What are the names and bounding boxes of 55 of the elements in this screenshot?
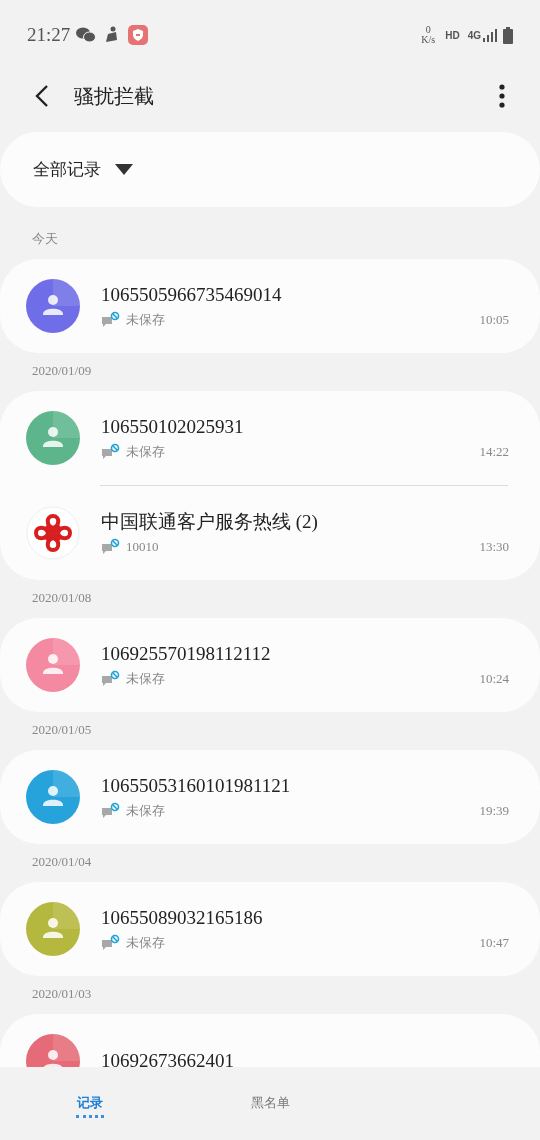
record-row[interactable]: 10655089032165186 未保存 10:47 (0, 882, 540, 976)
caller-name: 1065505966735469014 (101, 283, 283, 308)
caller-name: 10655053160101981121 (101, 774, 292, 799)
speed-value: 0 (425, 25, 431, 35)
clock: 21:27 (27, 22, 71, 47)
caller-detail: 未保存 (126, 934, 165, 953)
bottom-tab[interactable]: 记录 (0, 1093, 180, 1118)
caller-detail: 未保存 (126, 802, 165, 821)
date-header: 2020/01/05 (31, 721, 93, 739)
filter-dropdown[interactable]: 全部记录 (0, 132, 540, 207)
caller-name: 106550102025931 (101, 415, 245, 440)
blocked-message-icon (101, 670, 121, 688)
caller-detail: 未保存 (126, 311, 165, 330)
date-header: 2020/01/09 (31, 362, 93, 380)
record-row[interactable]: 10692673662401 (0, 1014, 540, 1067)
record-time: 10:47 (479, 934, 509, 953)
network-type: 4G (467, 28, 481, 43)
date-header: 2020/01/04 (31, 853, 93, 871)
blocked-message-icon (101, 311, 121, 329)
dropdown-caret-icon (115, 164, 133, 175)
record-time: 13:30 (479, 538, 509, 557)
more-icon (499, 84, 505, 108)
record-time: 10:05 (479, 311, 509, 330)
blocked-message-icon (101, 443, 121, 461)
bottom-tab[interactable]: 黑名单 (180, 1093, 360, 1118)
shield-app-icon (128, 25, 149, 45)
caller-name: 10655089032165186 (101, 906, 264, 931)
date-header: 2020/01/03 (31, 985, 93, 1003)
caller-name: 10692673662401 (101, 1049, 235, 1067)
record-row[interactable]: 106925570198112112 未保存 10:24 (0, 618, 540, 712)
record-row[interactable]: 10655053160101981121 未保存 19:39 (0, 750, 540, 844)
blocked-message-icon (101, 934, 121, 952)
battery-icon (503, 26, 513, 44)
page-title: 骚扰拦截 (74, 84, 154, 109)
speed-unit: K/s (421, 35, 436, 45)
record-row[interactable]: 1065505966735469014 未保存 10:05 (0, 259, 540, 353)
record-time: 14:22 (479, 443, 509, 462)
date-header: 今天 (31, 230, 59, 248)
record-time: 10:24 (479, 670, 509, 689)
caller-name: 中国联通客户服务热线 (2) (101, 510, 319, 535)
signal-icon (483, 28, 497, 42)
record-row[interactable]: 106550102025931 未保存 14:22 (0, 391, 540, 485)
record-row[interactable]: 中国联通客户服务热线 (2) 10010 13:30 (0, 486, 540, 580)
date-header: 2020/01/08 (31, 589, 93, 607)
record-time: 19:39 (479, 802, 509, 821)
blocked-message-icon (101, 802, 121, 820)
blocked-message-icon (101, 538, 121, 556)
back-icon (35, 84, 49, 108)
chat-bubbles-icon (76, 27, 97, 43)
caller-detail: 未保存 (126, 670, 165, 689)
knot-logo-icon (26, 506, 80, 560)
caller-detail: 10010 (126, 538, 159, 557)
caller-detail: 未保存 (126, 443, 165, 462)
caller-name: 106925570198112112 (101, 642, 272, 667)
hd-indicator: HD (445, 28, 460, 43)
